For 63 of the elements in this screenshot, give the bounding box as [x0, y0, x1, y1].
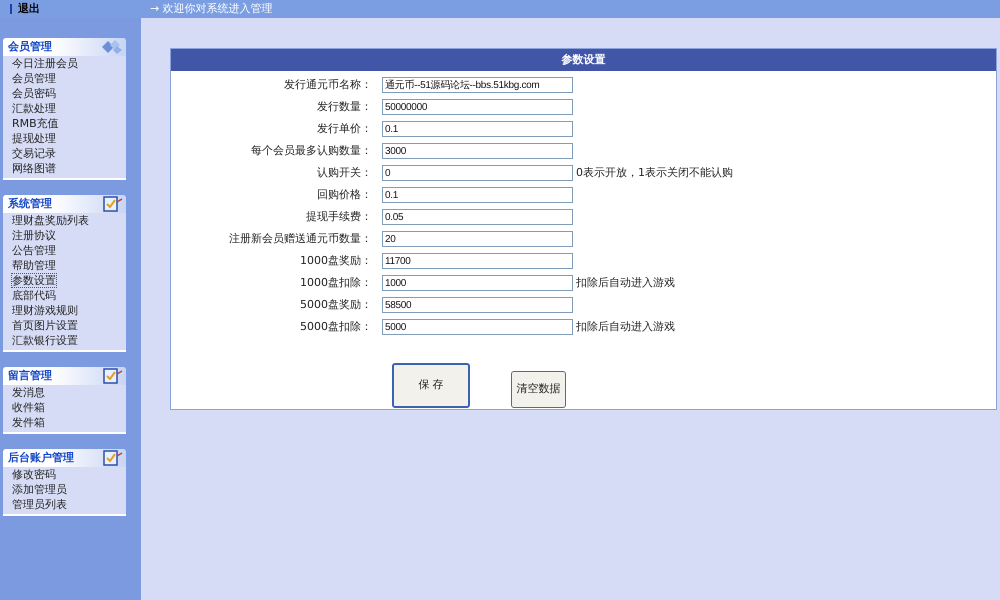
menu-item[interactable]: 会员管理: [12, 72, 56, 85]
menu-item[interactable]: 添加管理员: [12, 483, 67, 496]
menu-item[interactable]: 提现处理: [12, 132, 56, 145]
field-label: 发行通元币名称：: [283, 76, 373, 93]
menu-item[interactable]: RMB充值: [12, 117, 59, 130]
logout-link[interactable]: 退出: [18, 0, 40, 18]
menu-item[interactable]: 帮助管理: [12, 259, 56, 272]
welcome-text: → 欢迎你对系统进入管理: [149, 0, 273, 17]
menu-item[interactable]: 收件箱: [12, 401, 45, 414]
checklist-icon: [103, 368, 123, 384]
field-label: 1000盘奖励：: [299, 252, 373, 269]
checklist-icon: [103, 196, 123, 212]
field-label: 注册新会员赠送通元币数量：: [228, 230, 373, 247]
menu-item[interactable]: 底部代码: [12, 289, 56, 302]
menu-item[interactable]: 管理员列表: [12, 498, 67, 511]
checklist-icon: [103, 450, 123, 466]
menu-item[interactable]: 网络图谱: [12, 162, 56, 175]
menu-item[interactable]: 公告管理: [12, 244, 56, 257]
menu-item[interactable]: 交易记录: [12, 147, 56, 160]
save-button[interactable]: 保 存: [392, 363, 470, 408]
menu-group-title: 留言管理: [8, 368, 52, 384]
menu-item[interactable]: 发件箱: [12, 416, 45, 429]
field-label: 发行数量：: [316, 98, 373, 115]
input-field[interactable]: 通元币--51源码论坛--bbs.51kbg.com: [382, 77, 573, 93]
menu-item[interactable]: 修改密码: [12, 468, 56, 481]
gems-icon: [101, 39, 123, 55]
field-label: 5000盘奖励：: [299, 296, 373, 313]
field-label: 提现手续费：: [305, 208, 373, 225]
field-label: 5000盘扣除：: [299, 318, 373, 335]
menu-item[interactable]: 理财盘奖励列表: [12, 214, 89, 227]
menu-item[interactable]: 会员密码: [12, 87, 56, 100]
menu-item[interactable]: 首页图片设置: [12, 319, 78, 332]
clear-data-button[interactable]: 清空数据: [511, 371, 566, 408]
input-field[interactable]: 58500: [382, 297, 573, 313]
input-field[interactable]: 1000: [382, 275, 573, 291]
field-label: 1000盘扣除：: [299, 274, 373, 291]
menu-item[interactable]: 发消息: [12, 386, 45, 399]
input-field[interactable]: 0: [382, 165, 573, 181]
input-field[interactable]: 0.1: [382, 121, 573, 137]
menu-item[interactable]: 注册协议: [12, 229, 56, 242]
menu-item[interactable]: 理财游戏规则: [12, 304, 78, 317]
input-field[interactable]: 0.05: [382, 209, 573, 225]
input-field[interactable]: 3000: [382, 143, 573, 159]
input-field[interactable]: 50000000: [382, 99, 573, 115]
input-field[interactable]: 5000: [382, 319, 573, 335]
field-label: 回购价格：: [316, 186, 373, 203]
field-note: 扣除后自动进入游戏: [575, 274, 675, 291]
input-field[interactable]: 0.1: [382, 187, 573, 203]
panel-title: 参数设置: [562, 52, 606, 68]
field-note: 0表示开放，1表示关闭不能认购: [575, 164, 733, 181]
menu-group-title: 系统管理: [8, 196, 52, 212]
menu-group-title: 后台账户管理: [8, 450, 74, 466]
menu-item[interactable]: 参数设置: [12, 274, 56, 287]
input-field[interactable]: 11700: [382, 253, 573, 269]
menu-item[interactable]: 今日注册会员: [12, 57, 78, 70]
input-field[interactable]: 20: [382, 231, 573, 247]
field-label: 认购开关：: [316, 164, 373, 181]
menu-item[interactable]: 汇款银行设置: [12, 334, 78, 347]
field-note: 扣除后自动进入游戏: [575, 318, 675, 335]
menu-group-title: 会员管理: [8, 38, 52, 55]
field-label: 发行单价：: [316, 120, 373, 137]
field-label: 每个会员最多认购数量：: [250, 142, 373, 159]
menu-item[interactable]: 汇款处理: [12, 102, 56, 115]
